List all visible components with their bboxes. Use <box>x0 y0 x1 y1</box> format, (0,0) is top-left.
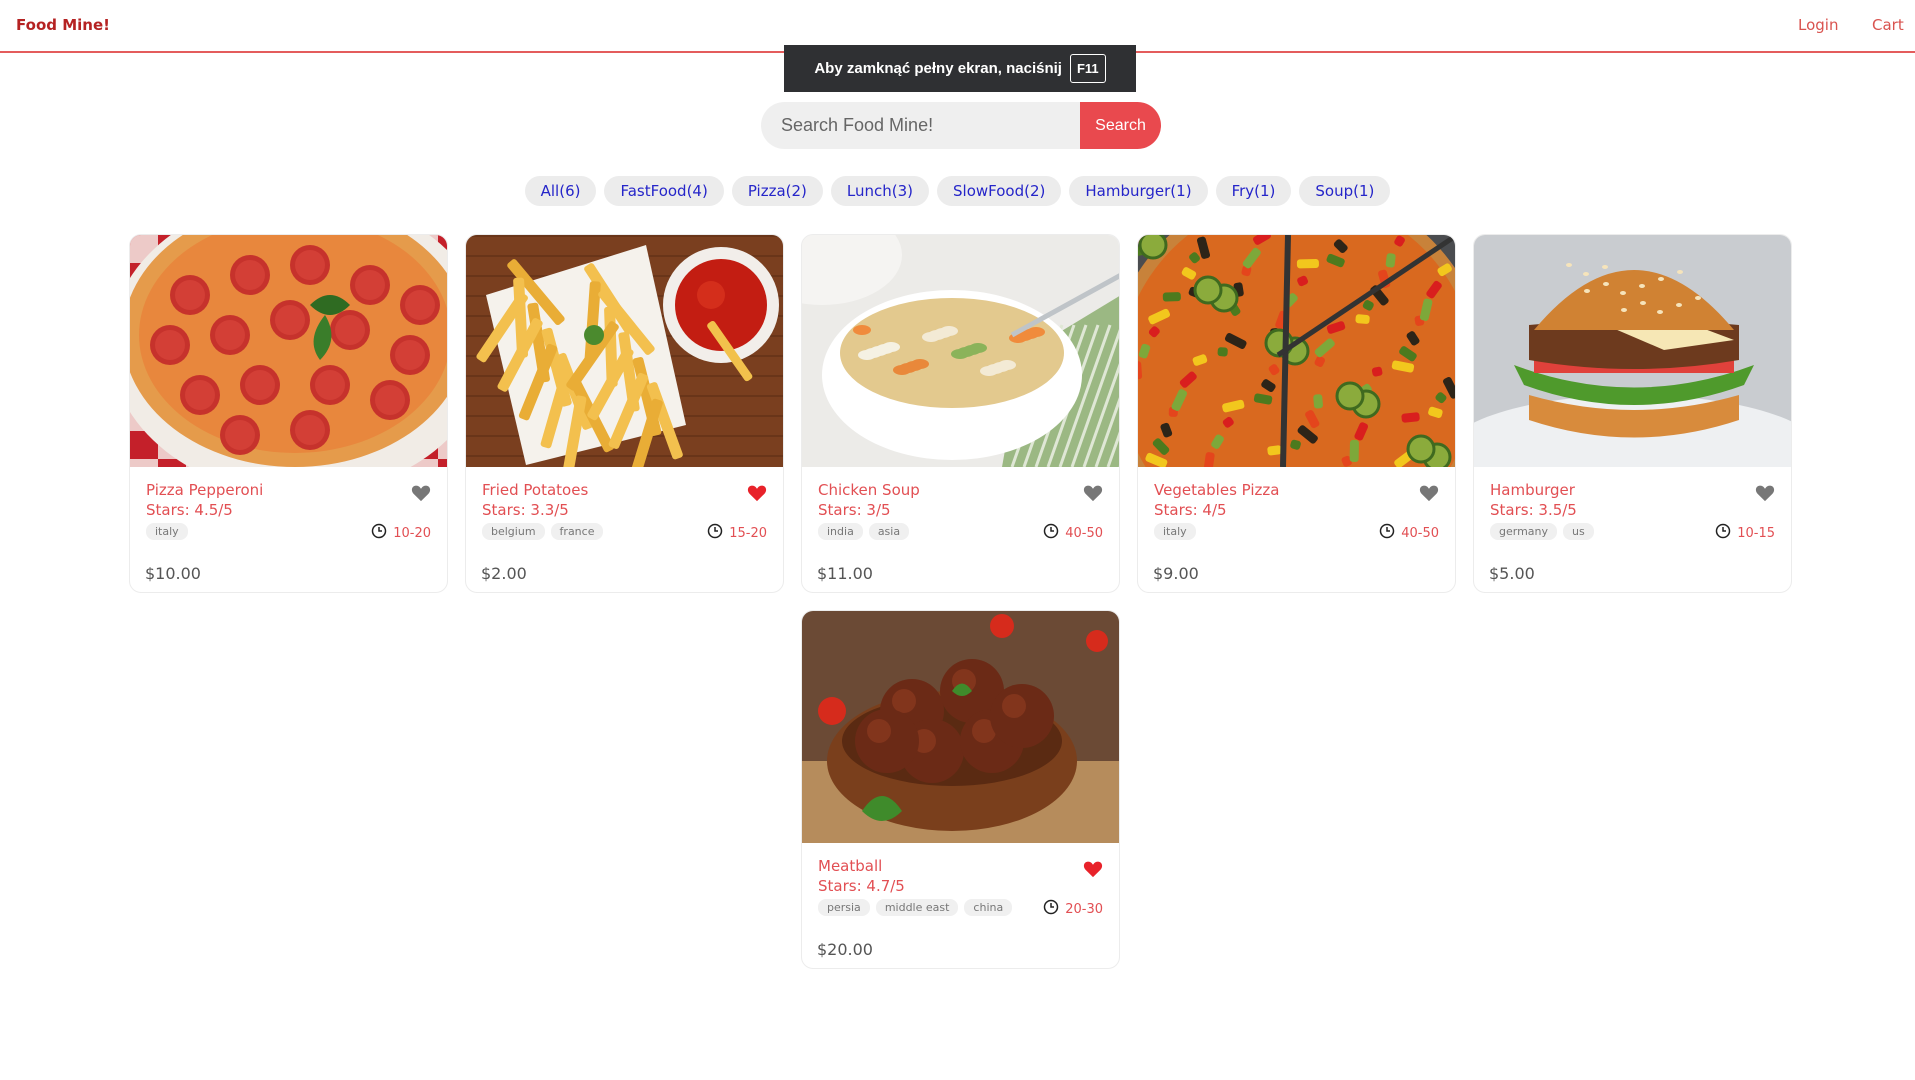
food-price: $2.00 <box>481 564 527 583</box>
origin-tag: middle east <box>875 899 959 916</box>
origins-list: germany us <box>1490 523 1594 540</box>
origin-tag: asia <box>868 523 910 540</box>
origin-tag: china <box>964 899 1013 916</box>
heart-icon[interactable] <box>411 484 431 502</box>
heart-icon[interactable] <box>1755 484 1775 502</box>
fullscreen-notice-text: Aby zamknąć pełny ekran, naciśnij <box>814 60 1062 77</box>
heart-icon[interactable] <box>1083 484 1103 502</box>
food-stars: Stars: 4/5 <box>1154 501 1227 519</box>
origin-tag: persia <box>818 899 870 916</box>
tag-filter[interactable]: Lunch(3) <box>830 176 930 206</box>
fullscreen-notice: Aby zamknąć pełny ekran, naciśnij F11 <box>784 45 1136 92</box>
cook-time-value: 40-50 <box>1065 525 1103 541</box>
heart-icon[interactable] <box>1419 484 1439 502</box>
origin-tag: germany <box>1490 523 1558 540</box>
cook-time: 40-50 <box>1379 523 1439 543</box>
cook-time: 10-15 <box>1715 523 1775 543</box>
tag-filter[interactable]: FastFood(4) <box>604 176 724 206</box>
favorite-heart-icon[interactable] <box>1083 860 1103 878</box>
origins-list: belgium france <box>482 523 604 540</box>
origins-list: italy <box>1154 523 1196 540</box>
tag-filter[interactable]: Soup(1) <box>1299 176 1391 206</box>
tag-filter-bar: All(6) FastFood(4) Pizza(2) Lunch(3) SlowFoo… <box>0 176 1915 206</box>
food-price: $10.00 <box>145 564 201 583</box>
cook-time-value: 20-30 <box>1065 901 1103 917</box>
food-price: $20.00 <box>817 940 873 959</box>
origin-tag: italy <box>146 523 188 540</box>
food-card[interactable]: Chicken Soup Stars: 3/5 india asia 40-50 … <box>801 234 1120 593</box>
cook-time: 10-20 <box>371 523 431 543</box>
food-stars: Stars: 3.3/5 <box>482 501 569 519</box>
food-name: Hamburger <box>1490 481 1575 499</box>
clock-icon <box>1043 523 1059 543</box>
clock-icon <box>371 523 387 543</box>
favorite-heart-icon[interactable] <box>747 484 767 502</box>
login-link[interactable]: Login <box>1798 16 1838 34</box>
food-card[interactable]: Hamburger Stars: 3.5/5 germany us 10-15 $… <box>1473 234 1792 593</box>
tag-filter[interactable]: Pizza(2) <box>731 176 823 206</box>
food-name: Meatball <box>818 857 883 875</box>
food-price: $5.00 <box>1489 564 1535 583</box>
cook-time: 15-20 <box>707 523 767 543</box>
food-name: Pizza Pepperoni <box>146 481 264 499</box>
cook-time-value: 40-50 <box>1401 525 1439 541</box>
clock-icon <box>1043 899 1059 919</box>
food-image[interactable] <box>1138 235 1455 467</box>
cart-link[interactable]: Cart <box>1872 16 1904 34</box>
cook-time: 20-30 <box>1043 899 1103 919</box>
tag-filter[interactable]: Hamburger(1) <box>1069 176 1208 206</box>
food-card[interactable]: Meatball Stars: 4.7/5 persia middle east c… <box>801 610 1120 969</box>
food-price: $11.00 <box>817 564 873 583</box>
food-stars: Stars: 3/5 <box>818 501 891 519</box>
food-image[interactable] <box>466 235 783 467</box>
origins-list: india asia <box>818 523 910 540</box>
search-button[interactable]: Search <box>1080 102 1161 149</box>
food-name: Chicken Soup <box>818 481 920 499</box>
cook-time-value: 10-20 <box>393 525 431 541</box>
food-card[interactable]: Fried Potatoes Stars: 3.3/5 belgium franc… <box>465 234 784 593</box>
cook-time: 40-50 <box>1043 523 1103 543</box>
cook-time-value: 15-20 <box>729 525 767 541</box>
clock-icon <box>707 523 723 543</box>
food-image[interactable] <box>802 235 1119 467</box>
food-stars: Stars: 3.5/5 <box>1490 501 1577 519</box>
food-image[interactable] <box>1474 235 1791 467</box>
food-image[interactable] <box>130 235 447 467</box>
clock-icon <box>1379 523 1395 543</box>
origin-tag: india <box>818 523 863 540</box>
cook-time-value: 10-15 <box>1737 525 1775 541</box>
food-price: $9.00 <box>1153 564 1199 583</box>
origin-tag: belgium <box>482 523 545 540</box>
clock-icon <box>1715 523 1731 543</box>
tag-filter[interactable]: All(6) <box>524 176 597 206</box>
search-bar: Search <box>761 102 1161 149</box>
food-card[interactable]: Pizza Pepperoni Stars: 4.5/5 italy 10-20… <box>129 234 448 593</box>
origin-tag: france <box>550 523 604 540</box>
origins-list: italy <box>146 523 188 540</box>
origin-tag: us <box>1563 523 1594 540</box>
search-input[interactable] <box>761 102 1081 149</box>
food-name: Fried Potatoes <box>482 481 589 499</box>
food-image[interactable] <box>802 611 1119 843</box>
origin-tag: italy <box>1154 523 1196 540</box>
origins-list: persia middle east china <box>818 899 1013 916</box>
food-stars: Stars: 4.5/5 <box>146 501 233 519</box>
food-stars: Stars: 4.7/5 <box>818 877 905 895</box>
food-card[interactable]: Vegetables Pizza Stars: 4/5 italy 40-50 … <box>1137 234 1456 593</box>
fullscreen-key: F11 <box>1069 54 1106 83</box>
logo[interactable]: Food Mine! <box>16 16 110 34</box>
tag-filter[interactable]: Fry(1) <box>1215 176 1292 206</box>
tag-filter[interactable]: SlowFood(2) <box>937 176 1062 206</box>
food-name: Vegetables Pizza <box>1154 481 1280 499</box>
